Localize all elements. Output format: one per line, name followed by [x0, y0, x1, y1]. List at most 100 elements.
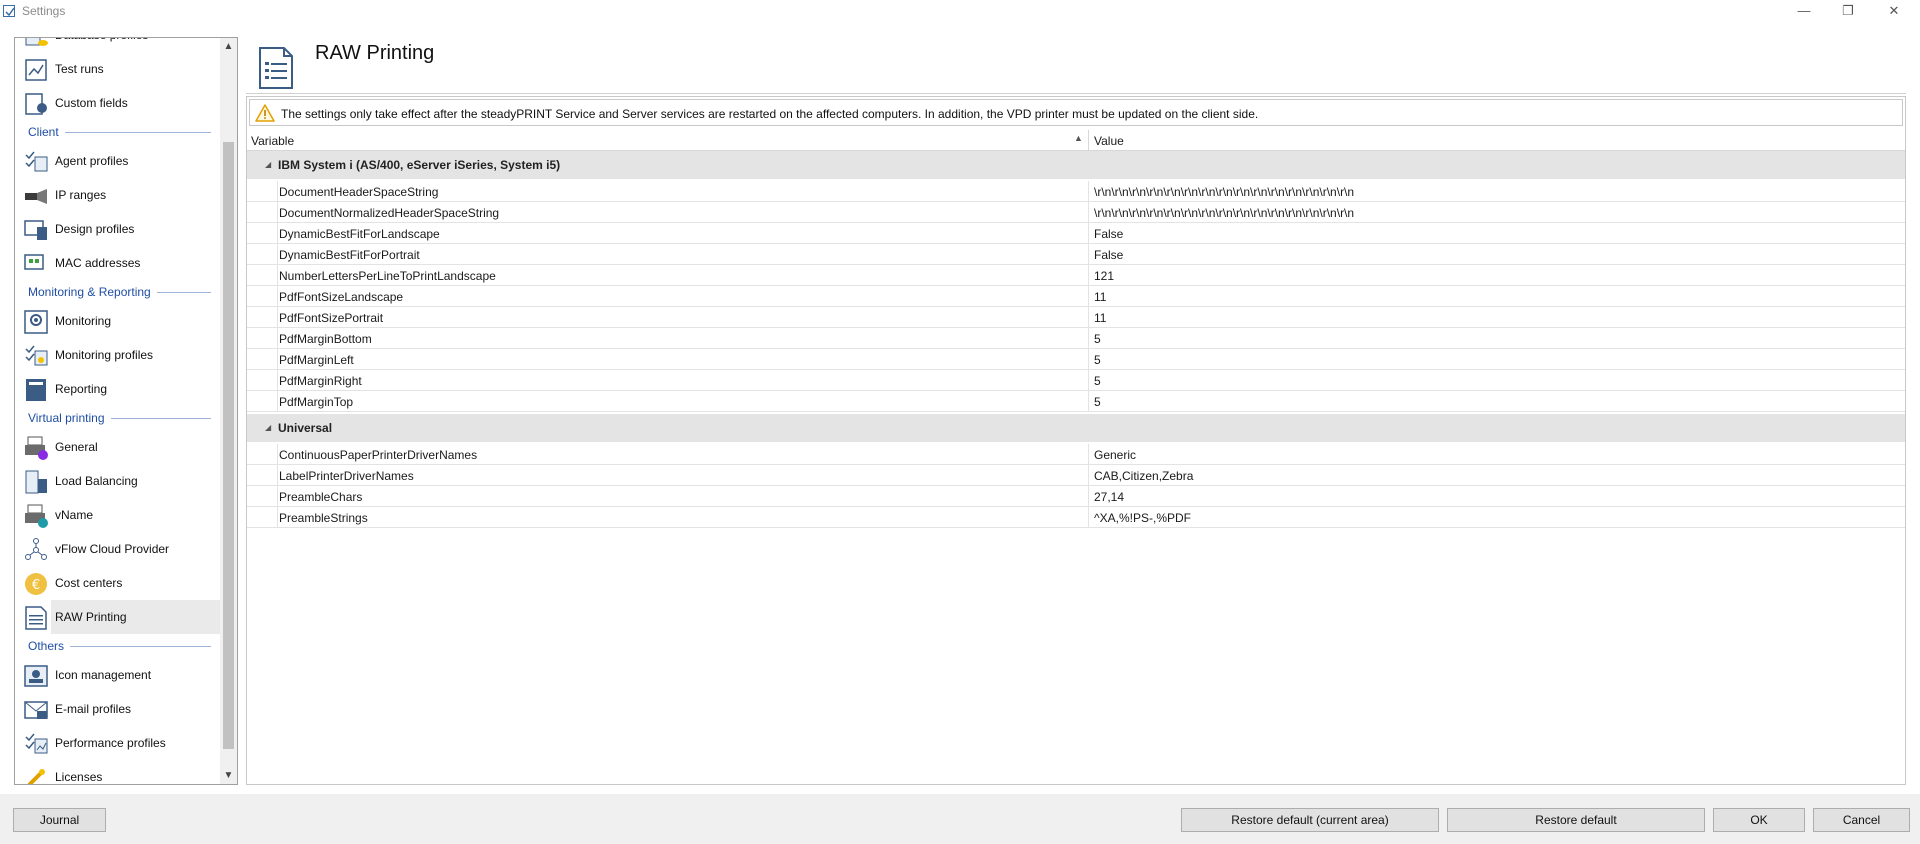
value-cell[interactable]: 11 [1094, 311, 1106, 325]
sidebar-item-e-mail-profiles[interactable]: E-mail profiles [15, 692, 221, 726]
minimize-icon[interactable]: — [1782, 0, 1826, 22]
value-cell[interactable]: False [1094, 248, 1123, 262]
table-row[interactable]: LabelPrinterDriverNames CAB,Citizen,Zebra [247, 465, 1905, 486]
variable-cell[interactable]: DynamicBestFitForPortrait [279, 248, 420, 262]
sidebar-item-general[interactable]: General [15, 430, 221, 464]
column-divider[interactable] [1088, 130, 1089, 150]
variable-cell[interactable]: PdfMarginTop [279, 395, 353, 409]
value-cell[interactable]: \r\n\r\n\r\n\r\n\r\n\r\n\r\n\r\n\r\n\r\n… [1094, 206, 1354, 220]
sidebar-item-label: vFlow Cloud Provider [55, 542, 170, 556]
value-cell[interactable]: CAB,Citizen,Zebra [1094, 469, 1193, 483]
table-row[interactable]: PdfMarginTop 5 [247, 391, 1905, 412]
sidebar-item-monitoring[interactable]: Monitoring [15, 304, 221, 338]
mac-addresses-icon [23, 251, 49, 277]
table-row[interactable]: DocumentNormalizedHeaderSpaceString \r\n\… [247, 202, 1905, 223]
variable-cell[interactable]: PdfMarginLeft [279, 353, 354, 367]
sidebar-item-database-profiles[interactable]: Database profiles [15, 38, 221, 52]
group-label: Universal [278, 421, 333, 435]
sidebar-item-design-profiles[interactable]: Design profiles [15, 212, 221, 246]
sidebar-item-agent-profiles[interactable]: Agent profiles [15, 144, 221, 178]
email-profiles-icon [23, 697, 49, 723]
column-header-value[interactable]: Value [1094, 134, 1124, 148]
sidebar-item-label: IP ranges [55, 188, 107, 202]
scroll-down-icon[interactable]: ▼ [220, 767, 237, 784]
table-row[interactable]: DynamicBestFitForPortrait False [247, 244, 1905, 265]
collapse-triangle-icon[interactable]: ◢ [265, 423, 271, 432]
ip-ranges-icon [23, 183, 49, 209]
group-row[interactable]: ◢ Universal [247, 414, 1905, 442]
restore-default-button[interactable]: Restore default [1447, 808, 1705, 832]
column-divider [1088, 370, 1089, 390]
variable-cell[interactable]: DocumentHeaderSpaceString [279, 185, 438, 199]
value-cell[interactable]: 5 [1094, 374, 1101, 388]
sidebar-item-ip-ranges[interactable]: IP ranges [15, 178, 221, 212]
nav-scrollbar[interactable]: ▲ ▼ [220, 38, 237, 784]
table-row[interactable]: NumberLettersPerLineToPrintLandscape 121 [247, 265, 1905, 286]
variable-cell[interactable]: PreambleChars [279, 490, 362, 504]
sidebar-item-vname[interactable]: vName [15, 498, 221, 532]
collapse-triangle-icon[interactable]: ◢ [265, 160, 271, 169]
sidebar-item-reporting[interactable]: Reporting [15, 372, 221, 406]
restore-window-icon[interactable]: ❐ [1826, 0, 1870, 22]
variable-cell[interactable]: PdfFontSizePortrait [279, 311, 383, 325]
sidebar-item-mac-addresses[interactable]: MAC addresses [15, 246, 221, 280]
sidebar-item-licenses[interactable]: Licenses [15, 760, 221, 784]
sidebar-item-label: RAW Printing [55, 610, 127, 624]
value-cell[interactable]: 5 [1094, 353, 1101, 367]
sidebar-item-monitoring-profiles[interactable]: Monitoring profiles [15, 338, 221, 372]
sidebar-item-test-runs[interactable]: Test runs [15, 52, 221, 86]
column-divider [1088, 286, 1089, 306]
sidebar-item-vflow-cloud-provider[interactable]: vFlow Cloud Provider [15, 532, 221, 566]
value-cell[interactable]: 5 [1094, 332, 1101, 346]
value-cell[interactable]: Generic [1094, 448, 1136, 462]
row-indent-divider [277, 507, 278, 527]
reporting-icon [23, 377, 49, 403]
table-row[interactable]: PdfMarginRight 5 [247, 370, 1905, 391]
ok-button[interactable]: OK [1713, 808, 1805, 832]
sidebar-item-label: Custom fields [55, 96, 128, 110]
restore-default-current-area-button[interactable]: Restore default (current area) [1181, 808, 1439, 832]
table-row[interactable]: PdfFontSizePortrait 11 [247, 307, 1905, 328]
sidebar-item-custom-fields[interactable]: Custom fields [15, 86, 221, 120]
licenses-icon [23, 765, 49, 784]
scrollbar-thumb[interactable] [223, 142, 234, 749]
sidebar-item-load-balancing[interactable]: Load Balancing [15, 464, 221, 498]
variable-cell[interactable]: PreambleStrings [279, 511, 368, 525]
variable-cell[interactable]: LabelPrinterDriverNames [279, 469, 414, 483]
value-cell[interactable]: False [1094, 227, 1123, 241]
group-row[interactable]: ◢ IBM System i (AS/400, eServer iSeries, … [247, 151, 1905, 179]
scroll-up-icon[interactable]: ▲ [220, 38, 237, 55]
value-cell[interactable]: 5 [1094, 395, 1101, 409]
nav-list: Database profiles Test runs Custom fields C… [15, 38, 221, 784]
close-icon[interactable]: ✕ [1872, 0, 1916, 22]
sidebar-item-cost-centers[interactable]: € Cost centers [15, 566, 221, 600]
value-cell[interactable]: 11 [1094, 290, 1106, 304]
value-cell[interactable]: 121 [1094, 269, 1114, 283]
column-divider [1088, 507, 1089, 527]
variable-cell[interactable]: PdfMarginRight [279, 374, 362, 388]
table-row[interactable]: PreambleStrings ^XA,%!PS-,%PDF [247, 507, 1905, 528]
cancel-button[interactable]: Cancel [1813, 808, 1910, 832]
sidebar-item-performance-profiles[interactable]: Performance profiles [15, 726, 221, 760]
table-row[interactable]: DocumentHeaderSpaceString \r\n\r\n\r\n\r\… [247, 181, 1905, 202]
value-cell[interactable]: 27,14 [1094, 490, 1124, 504]
variable-cell[interactable]: NumberLettersPerLineToPrintLandscape [279, 269, 496, 283]
table-row[interactable]: PdfMarginBottom 5 [247, 328, 1905, 349]
sidebar-item-icon-management[interactable]: Icon management [15, 658, 221, 692]
sidebar-item-raw-printing[interactable]: RAW Printing [15, 600, 221, 634]
table-row[interactable]: DynamicBestFitForLandscape False [247, 223, 1905, 244]
table-row[interactable]: PdfMarginLeft 5 [247, 349, 1905, 370]
value-cell[interactable]: \r\n\r\n\r\n\r\n\r\n\r\n\r\n\r\n\r\n\r\n… [1094, 185, 1354, 199]
table-row[interactable]: ContinuousPaperPrinterDriverNames Generic [247, 444, 1905, 465]
variable-cell[interactable]: PdfFontSizeLandscape [279, 290, 403, 304]
column-header-variable[interactable]: Variable [251, 134, 294, 148]
journal-button[interactable]: Journal [13, 808, 106, 832]
variable-cell[interactable]: ContinuousPaperPrinterDriverNames [279, 448, 477, 462]
settings-content: The settings only take effect after the … [246, 96, 1906, 785]
variable-cell[interactable]: DynamicBestFitForLandscape [279, 227, 440, 241]
variable-cell[interactable]: DocumentNormalizedHeaderSpaceString [279, 206, 499, 220]
variable-cell[interactable]: PdfMarginBottom [279, 332, 372, 346]
table-row[interactable]: PreambleChars 27,14 [247, 486, 1905, 507]
table-row[interactable]: PdfFontSizeLandscape 11 [247, 286, 1905, 307]
value-cell[interactable]: ^XA,%!PS-,%PDF [1094, 511, 1191, 525]
